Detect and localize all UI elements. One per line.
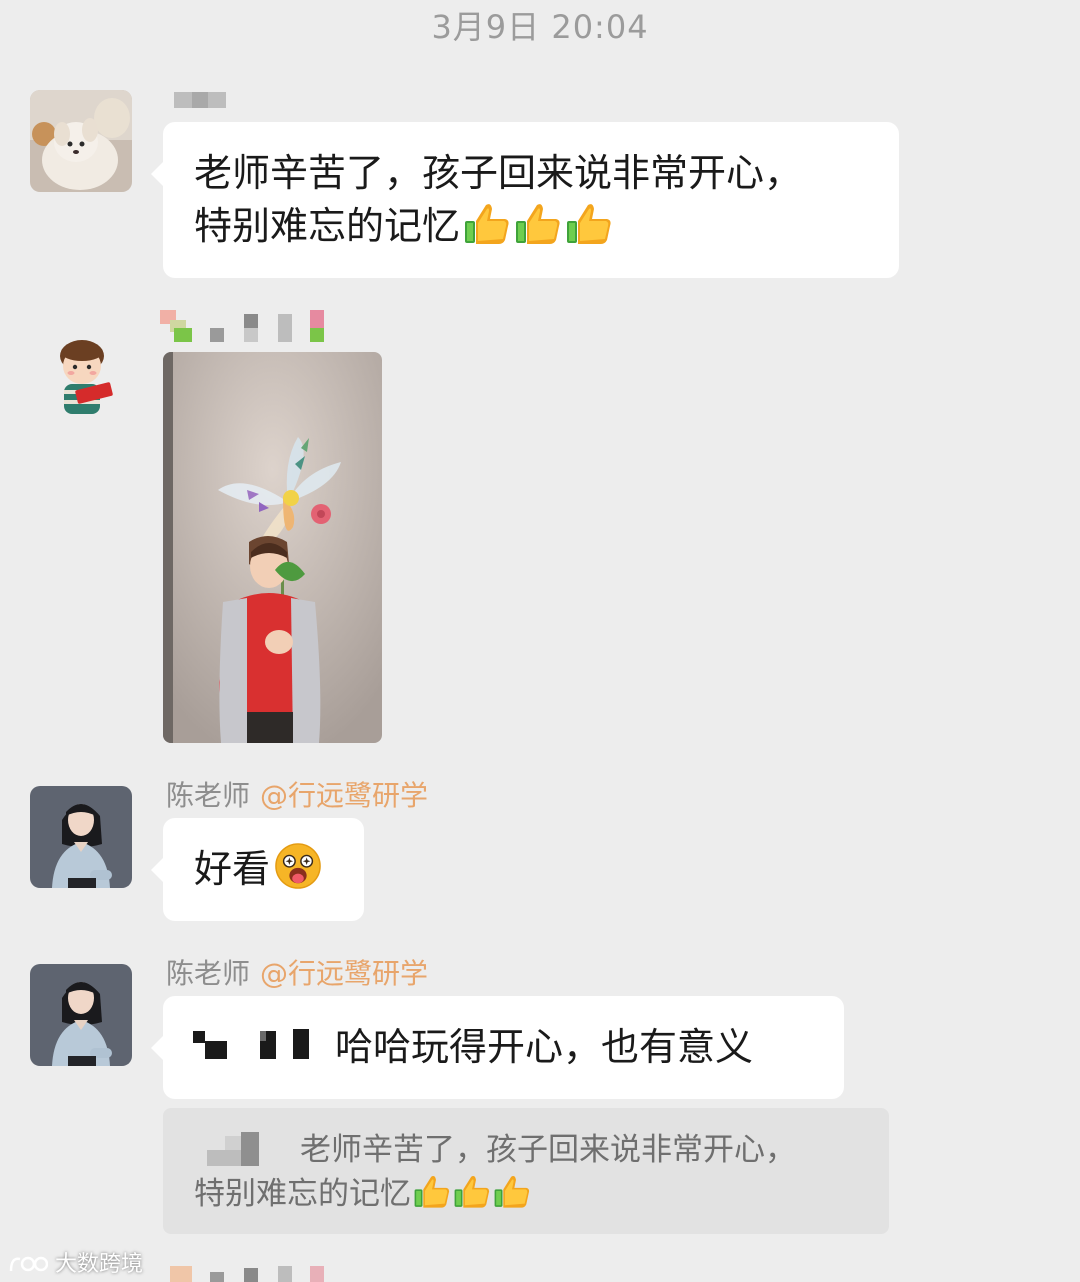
- masked-mention: [193, 1021, 318, 1071]
- avatar-teacher[interactable]: [30, 964, 132, 1066]
- quoted-message[interactable]: 老师辛苦了，孩子回来说非常开心， 特别难忘的记忆: [163, 1108, 889, 1234]
- avatar-cartoon-boy[interactable]: [30, 322, 132, 424]
- sender-name: 陈老师 @行远鹭研学: [166, 774, 428, 814]
- watermark-text: 大数跨境: [55, 1252, 144, 1277]
- quote-text: 特别难忘的记忆: [194, 1176, 411, 1212]
- message-text: 好看: [194, 847, 271, 891]
- timestamp: 3月9日 20:04: [431, 8, 649, 46]
- thumbs-up-icon: [493, 1172, 531, 1210]
- sender-name: 陈老师 @行远鹭研学: [166, 952, 428, 992]
- quote-text: 老师辛苦了，孩子回来说非常开心，: [300, 1132, 796, 1168]
- chat-screen: 3月9日 20:04 老师辛苦了，孩子回来说非常开心， 特别难忘的记忆 陈老师 …: [0, 0, 1080, 1282]
- thumbs-up-icon: [453, 1172, 491, 1210]
- sender-name-text: 陈老师: [166, 779, 251, 812]
- watermark: 大数跨境: [8, 1246, 143, 1278]
- message-text: 哈哈玩得开心，也有意义: [335, 1025, 754, 1069]
- masked-quote-sender: [207, 1132, 259, 1166]
- watermark-logo-icon: [8, 1253, 49, 1275]
- message-text: 老师辛苦了，孩子回来说非常开心，: [194, 151, 803, 195]
- thumbs-up-icon: [514, 199, 562, 247]
- starstruck-face-icon: [274, 842, 324, 892]
- message-text: 特别难忘的记忆: [194, 204, 461, 248]
- message-bubble[interactable]: 好看: [151, 818, 364, 921]
- sender-tag[interactable]: @行远鹭研学: [260, 779, 428, 812]
- message-bubble[interactable]: 老师辛苦了，孩子回来说非常开心， 特别难忘的记忆: [151, 122, 899, 278]
- thumbs-up-icon: [565, 199, 613, 247]
- message-bubble[interactable]: 哈哈玩得开心，也有意义: [151, 996, 844, 1099]
- avatar-teacher[interactable]: [30, 786, 132, 888]
- sender-name-text: 陈老师: [166, 957, 251, 990]
- thumbs-up-icon: [463, 199, 511, 247]
- thumbs-up-icon: [413, 1172, 451, 1210]
- sender-tag[interactable]: @行远鹭研学: [260, 957, 428, 990]
- shared-photo[interactable]: [163, 352, 382, 743]
- avatar-puppy[interactable]: [30, 90, 132, 192]
